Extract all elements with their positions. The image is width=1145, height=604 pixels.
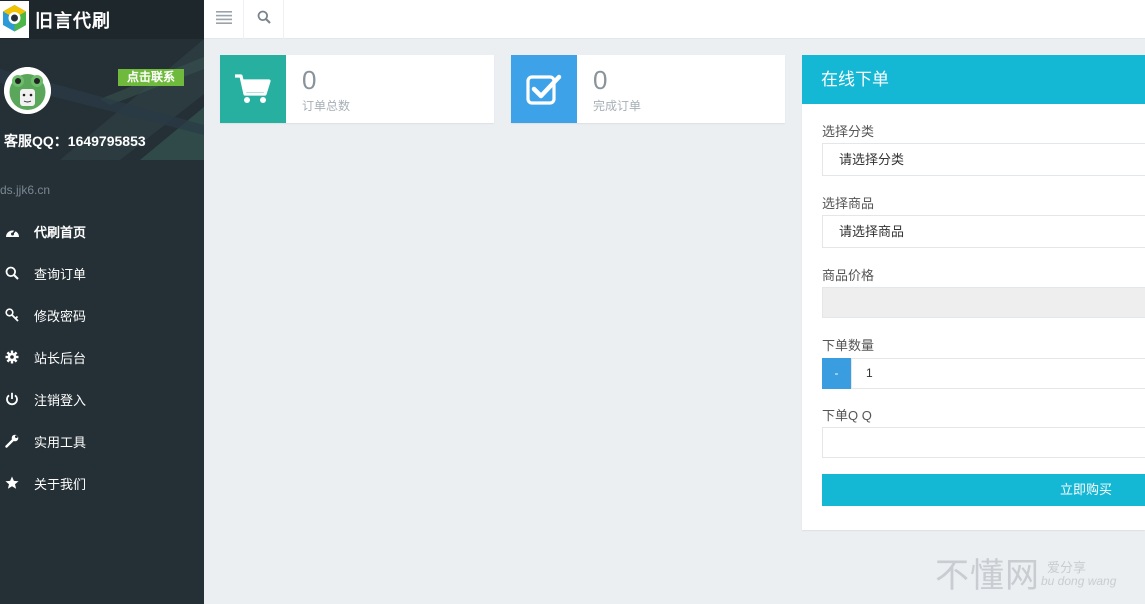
cart-icon <box>220 55 286 123</box>
search-icon <box>257 10 271 29</box>
contact-button[interactable]: 点击联系 <box>118 69 184 86</box>
qq-label: 下单Q Q <box>822 408 872 423</box>
brand-logo-icon <box>0 1 29 38</box>
dashboard-icon <box>4 223 20 239</box>
sidebar-nav: 代刷首页 查询订单 修改密码 站长后台 注销登入 实用工具 关于我们 <box>0 210 204 504</box>
brand-title: 旧言代刷 <box>35 10 111 32</box>
nav-item-tools[interactable]: 实用工具 <box>0 420 204 462</box>
top-bar <box>204 0 1145 39</box>
order-panel: 在线下单 选择分类 请选择分类 选择商品 请选择商品 商品价格 下单数量 - 1… <box>802 55 1145 530</box>
category-select[interactable]: 请选择分类 <box>822 143 1145 176</box>
buy-now-button[interactable]: 立即购买 <box>822 474 1145 506</box>
stat-card-total-orders: 0 订单总数 <box>220 55 494 123</box>
sidebar: 旧言代刷 点击联系 客服QQ：1649795853 ds.jjk6.cn 代刷首… <box>0 0 204 604</box>
nav-label: 修改密码 <box>34 308 87 324</box>
search-icon <box>4 265 20 281</box>
nav-item-query-order[interactable]: 查询订单 <box>0 252 204 294</box>
nav-label: 代刷首页 <box>34 224 87 240</box>
key-icon <box>4 307 20 323</box>
wrench-icon <box>4 433 20 449</box>
power-icon <box>4 391 20 407</box>
qq-input[interactable] <box>822 427 1145 458</box>
quantity-label: 下单数量 <box>822 338 875 353</box>
menu-toggle-button[interactable] <box>204 0 244 39</box>
nav-label: 注销登入 <box>34 392 87 408</box>
star-icon <box>4 475 20 491</box>
watermark-title: 不懂网 <box>935 556 1040 596</box>
product-label: 选择商品 <box>822 196 875 211</box>
stat-value: 0 <box>593 65 608 95</box>
list-icon <box>215 10 232 29</box>
price-label: 商品价格 <box>822 268 875 283</box>
nav-label: 站长后台 <box>34 350 87 366</box>
price-field <box>822 287 1145 318</box>
nav-item-home[interactable]: 代刷首页 <box>0 210 204 252</box>
nav-label: 关于我们 <box>34 476 87 492</box>
product-select[interactable]: 请选择商品 <box>822 215 1145 248</box>
stat-card-completed-orders: 0 完成订单 <box>511 55 785 123</box>
nav-item-change-password[interactable]: 修改密码 <box>0 294 204 336</box>
site-url: ds.jjk6.cn <box>0 183 51 197</box>
user-panel: 点击联系 客服QQ：1649795853 <box>0 39 204 160</box>
quantity-input[interactable]: 1 <box>851 358 1145 389</box>
category-label: 选择分类 <box>822 124 875 139</box>
quantity-minus-button[interactable]: - <box>822 358 851 389</box>
nav-label: 实用工具 <box>34 434 87 450</box>
nav-item-logout[interactable]: 注销登入 <box>0 378 204 420</box>
stat-caption: 订单总数 <box>302 99 351 113</box>
stat-caption: 完成订单 <box>593 99 642 113</box>
nav-label: 查询订单 <box>34 266 87 282</box>
watermark-pinyin: bu dong wang <box>1041 574 1117 588</box>
gear-icon <box>4 349 20 365</box>
customer-service-qq: 客服QQ：1649795853 <box>4 133 146 149</box>
order-panel-title: 在线下单 <box>802 55 1145 104</box>
check-square-icon <box>511 55 577 123</box>
nav-item-about[interactable]: 关于我们 <box>0 462 204 504</box>
nav-item-admin[interactable]: 站长后台 <box>0 336 204 378</box>
search-toggle-button[interactable] <box>244 0 284 39</box>
stat-value: 0 <box>302 65 317 95</box>
brand-bar: 旧言代刷 <box>0 0 204 39</box>
avatar[interactable] <box>4 67 51 114</box>
